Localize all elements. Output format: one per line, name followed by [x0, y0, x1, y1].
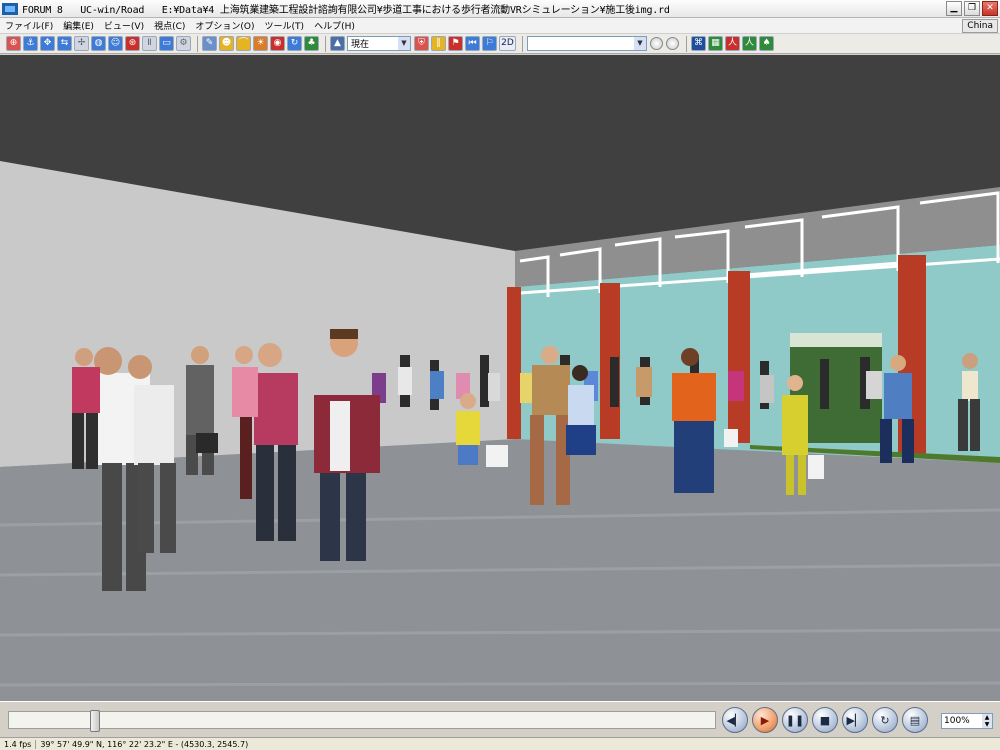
coordinates-readout: 39° 57' 49.9" N, 116° 22' 23.2" E - (453…	[40, 739, 249, 749]
time-select-value: 現在	[351, 40, 370, 50]
vehicle-settings-icon[interactable]: ⚙	[176, 36, 191, 51]
menu-camera[interactable]: 視点(C)	[149, 19, 190, 32]
play-icon[interactable]: ▶	[752, 707, 778, 733]
file-path: E:¥Data¥4 上海筑業建築工程設計諮詢有限公司¥歩道工事における歩行者流動…	[161, 5, 670, 16]
bars-icon[interactable]: ‖	[431, 36, 446, 51]
globe-icon[interactable]: ◍	[91, 36, 106, 51]
close-button[interactable]: ✕	[982, 1, 998, 16]
app-logo-icon	[2, 2, 18, 15]
menu-edit[interactable]: 編集(E)	[58, 19, 99, 32]
circle-button-icon[interactable]	[666, 37, 679, 50]
flag-icon[interactable]: ⚑	[448, 36, 463, 51]
arrows-icon[interactable]: ⇆	[57, 36, 72, 51]
lamp-icon[interactable]: ☀	[253, 36, 268, 51]
refresh-icon[interactable]: ↻	[287, 36, 302, 51]
time-select[interactable]: 現在 ▼	[347, 36, 411, 51]
tree-icon[interactable]: ♣	[304, 36, 319, 51]
app-name: FORUM 8	[22, 5, 63, 16]
chevron-down-icon: ▼	[634, 37, 646, 50]
person-red-icon[interactable]: 人	[725, 36, 740, 51]
stop-point-icon[interactable]: ⊕	[6, 36, 21, 51]
zoom-value: 100%	[944, 716, 970, 726]
person-green-icon[interactable]: 人	[742, 36, 757, 51]
3d-viewport[interactable]	[0, 55, 1000, 701]
view-2d-button[interactable]: 2D	[499, 36, 516, 51]
menu-bar: ファイル(F) 編集(E) ビュー(V) 視点(C) オプション(O) ツール(…	[0, 18, 1000, 34]
title-bar: FORUM 8 UC-win/Road E:¥Data¥4 上海筑業建築工程設計…	[0, 0, 1000, 18]
tree-plant-icon[interactable]: ♠	[759, 36, 774, 51]
window-controls: ▁ ❐ ✕	[946, 1, 998, 16]
signal-icon[interactable]: ◉	[270, 36, 285, 51]
toolbar-separator	[522, 35, 523, 52]
menu-options[interactable]: オプション(O)	[190, 19, 259, 32]
playback-controls: ◀▏ ▶ ❚❚ ■ ▶▏ ↻ ▤	[722, 707, 928, 733]
timeline-track[interactable]	[8, 710, 716, 732]
map-icon[interactable]: ▦	[708, 36, 723, 51]
menu-tools[interactable]: ツール(T)	[260, 19, 310, 32]
environment-icon[interactable]: ▲	[330, 36, 345, 51]
window-title: FORUM 8 UC-win/Road E:¥Data¥4 上海筑業建築工程設計…	[22, 1, 670, 16]
circle-button-icon[interactable]	[650, 37, 663, 50]
scene-render	[0, 55, 1000, 701]
move-icon[interactable]: ✥	[40, 36, 55, 51]
record-icon[interactable]: ▤	[902, 707, 928, 733]
chevron-down-icon: ▼	[398, 37, 410, 50]
toolbar: ⊕ ⚓ ✥ ⇆ ✢ ◍ ☺ ⊛ Ⅱ ▭ ⚙ ✎ ☻ ⌒ ☀ ◉ ↻ ♣ ▲ 現在…	[0, 34, 1000, 54]
toolbar-separator	[197, 35, 198, 52]
minimize-button[interactable]: ▁	[946, 1, 962, 16]
hat-icon[interactable]: ⌒	[236, 36, 251, 51]
status-bar: 1.4 fps 39° 57' 49.9" N, 116° 22' 23.2" …	[0, 737, 1000, 750]
car-icon[interactable]: ▭	[159, 36, 174, 51]
pause-icon[interactable]: ❚❚	[782, 707, 808, 733]
menu-view[interactable]: ビュー(V)	[99, 19, 149, 32]
region-badge[interactable]: China	[962, 19, 998, 33]
toolbar-separator	[325, 35, 326, 52]
edit-road-icon[interactable]: ✎	[202, 36, 217, 51]
toolbar-separator	[686, 35, 687, 52]
pause-icon[interactable]: Ⅱ	[142, 36, 157, 51]
timeline-thumb[interactable]	[90, 710, 100, 732]
steering-wheel-icon[interactable]: ⊛	[125, 36, 140, 51]
fps-readout: 1.4 fps	[0, 739, 37, 749]
zoom-field[interactable]: 100% ▲ ▼	[941, 713, 993, 729]
loop-icon[interactable]: ↻	[872, 707, 898, 733]
flag-blue-icon[interactable]: ⚐	[482, 36, 497, 51]
stop-icon[interactable]: ■	[812, 707, 838, 733]
rewind-icon[interactable]: ◀▏	[722, 707, 748, 733]
menu-file[interactable]: ファイル(F)	[0, 19, 58, 32]
pan-icon[interactable]: ✢	[74, 36, 89, 51]
fast-forward-icon[interactable]: ▶▏	[842, 707, 868, 733]
network-icon[interactable]: ⌘	[691, 36, 706, 51]
skip-back-icon[interactable]: ⏮	[465, 36, 480, 51]
shield-icon[interactable]: ⛨	[414, 36, 429, 51]
spinner-icon[interactable]: ▲ ▼	[982, 714, 992, 728]
face-icon[interactable]: ☻	[219, 36, 234, 51]
pedestrian-icon[interactable]: ☺	[108, 36, 123, 51]
menu-help[interactable]: ヘルプ(H)	[309, 19, 360, 32]
product-name: UC-win/Road	[80, 5, 145, 16]
playback-bar: ◀▏ ▶ ❚❚ ■ ▶▏ ↻ ▤ 100% ▲ ▼	[0, 701, 1000, 737]
restore-button[interactable]: ❐	[964, 1, 980, 16]
anchor-icon[interactable]: ⚓	[23, 36, 38, 51]
search-combo[interactable]: ▼	[527, 36, 647, 51]
